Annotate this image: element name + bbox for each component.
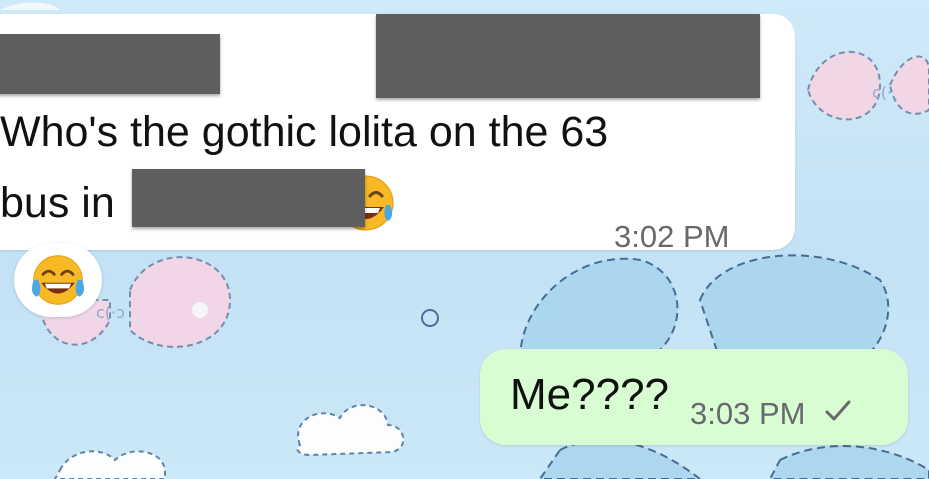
incoming-message-line-1: Who's the gothic lolita on the 63: [0, 108, 609, 156]
svg-text:c(·ɔ: c(·ɔ: [96, 303, 125, 322]
redaction-block: [376, 14, 760, 98]
outgoing-timestamp: 3:03 PM: [690, 396, 806, 431]
svg-text:c(·: c(·: [872, 83, 892, 102]
incoming-message-bubble[interactable]: Who's the gothic lolita on the 63 bus in…: [0, 14, 795, 254]
redaction-block: [132, 169, 365, 227]
redaction-block: [0, 34, 220, 94]
incoming-timestamp: 3:02 PM: [614, 219, 730, 254]
outgoing-message-bubble[interactable]: Me???? 3:03 PM: [480, 349, 908, 445]
check-icon: [823, 396, 853, 431]
incoming-message-line-2: bus in: [0, 179, 115, 227]
outgoing-message-text: Me????: [510, 370, 670, 419]
tears-of-joy-emoji-icon: [30, 252, 86, 313]
reaction-chip[interactable]: [14, 243, 102, 317]
